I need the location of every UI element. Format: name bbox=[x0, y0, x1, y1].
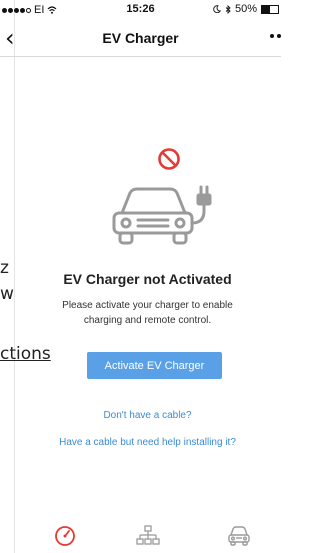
car-charger-icon bbox=[112, 185, 212, 245]
nav-bar: ‹ EV Charger bbox=[0, 20, 281, 57]
tab-bar bbox=[0, 520, 281, 553]
bluetooth-icon bbox=[225, 4, 231, 14]
description-line: Please activate your charger to enable bbox=[62, 300, 233, 311]
more-options-icon[interactable] bbox=[270, 34, 281, 38]
speedometer-icon[interactable] bbox=[52, 524, 78, 548]
background-link-fragment[interactable]: ctions bbox=[0, 344, 51, 364]
status-description: Please activate your charger to enable c… bbox=[14, 298, 281, 328]
app-screen: z w ctions EI 15:26 50% ‹ EV Charger EV … bbox=[0, 0, 281, 553]
status-bar: EI 15:26 50% bbox=[0, 0, 281, 20]
no-cable-link[interactable]: Don't have a cable? bbox=[14, 410, 281, 421]
status-heading: EV Charger not Activated bbox=[63, 271, 232, 287]
activate-charger-button[interactable]: Activate EV Charger bbox=[87, 352, 222, 379]
battery-icon bbox=[261, 4, 279, 14]
description-line: charging and remote control. bbox=[83, 315, 212, 326]
status-right: 50% bbox=[213, 3, 279, 15]
install-help-link[interactable]: Have a cable but need help installing it… bbox=[14, 437, 281, 448]
background-text-fragment: w bbox=[0, 284, 14, 304]
prohibited-icon bbox=[158, 148, 180, 170]
moon-icon bbox=[213, 5, 221, 13]
car-icon[interactable] bbox=[226, 524, 252, 548]
battery-percent: 50% bbox=[234, 3, 257, 15]
page-title: EV Charger bbox=[102, 30, 179, 46]
background-text-fragment: z bbox=[0, 258, 9, 278]
network-icon[interactable] bbox=[135, 524, 161, 548]
